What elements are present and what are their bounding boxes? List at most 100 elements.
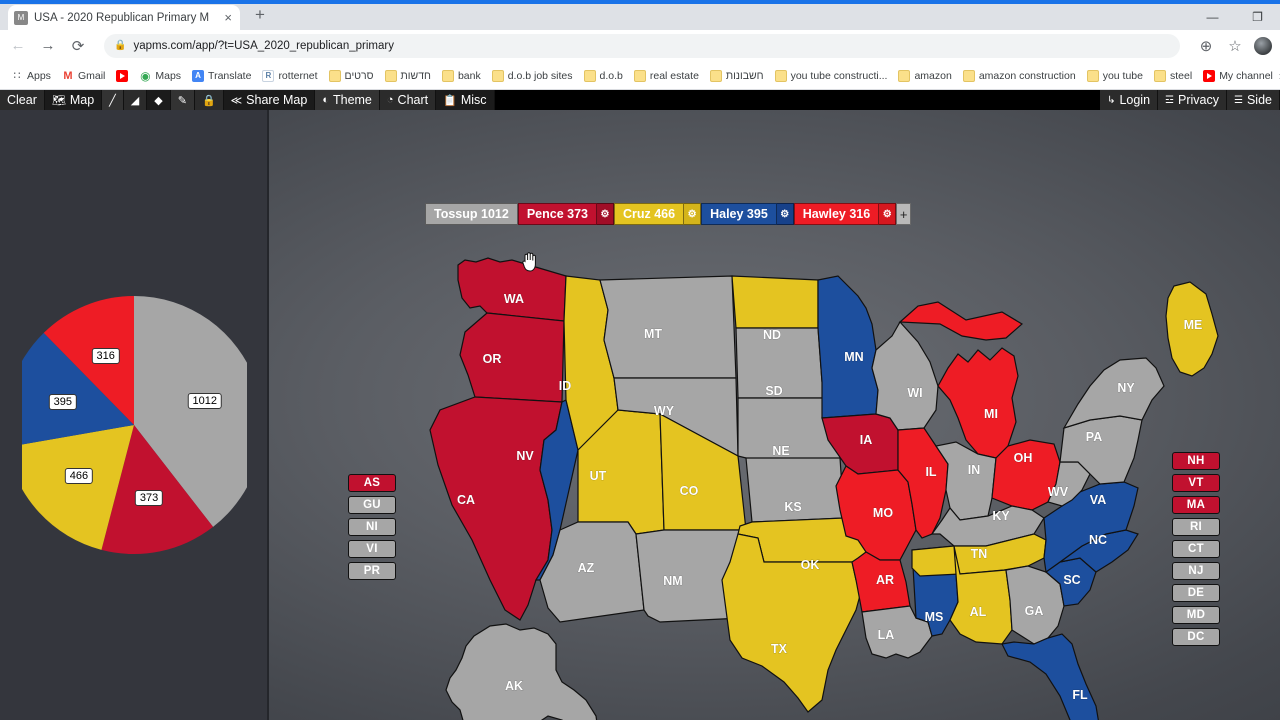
browser-tab[interactable]: M USA - 2020 Republican Primary M × [8,5,240,30]
state-box-nj[interactable]: NJ [1172,562,1220,580]
yapms-tool-edit[interactable]: ✎ [170,90,195,110]
bookmark-item[interactable]: A Translate [187,67,256,85]
bookmark-item[interactable]: חשבונות [705,67,769,85]
bookmark-item[interactable]: you tube constructi... [770,67,893,85]
bookmark-label: סרטים [344,69,374,82]
bookmark-item[interactable]: סרטים [324,67,379,85]
yapms-tool-lock[interactable]: 🔒 [194,90,224,110]
state-mt[interactable] [599,275,737,379]
yapms-tool-map[interactable]: 🗺 Map [44,90,103,110]
state-fl[interactable] [1001,633,1100,720]
yapms-tool-theme[interactable]: ◐ Theme [315,90,380,110]
folder-icon [962,69,975,82]
state-box-vi[interactable]: VI [348,540,396,558]
state-ak[interactable] [428,623,598,720]
bookmark-item[interactable] [111,67,133,85]
palette-icon: ◐ [322,94,329,106]
yapms-tool-paint-bucket[interactable]: ◢ [123,90,148,110]
bookmark-item[interactable]: d.o.b [579,67,628,85]
youtube-icon [1203,69,1216,82]
yapms-tool-share-map[interactable]: ≪ Share Map [223,90,316,110]
state-box-md[interactable]: MD [1172,606,1220,624]
state-box-pr[interactable]: PR [348,562,396,580]
yapms-tool-brush[interactable]: ╱ [102,90,124,110]
folder-icon [1154,69,1166,82]
bookmark-item[interactable]: real estate [629,67,704,85]
maximize-button[interactable]: ❐ [1235,4,1280,30]
state-me[interactable] [1165,281,1219,377]
state-sd[interactable] [735,327,829,399]
yapms-side-button[interactable]: ☰ Side [1227,90,1280,110]
bookmark-item[interactable]: d.o.b job sites [487,67,578,85]
bookmark-item[interactable]: amazon construction [958,67,1081,85]
yapms-tool-eraser[interactable]: ◆ [147,90,171,110]
state-or[interactable] [459,312,565,403]
bookmark-item[interactable]: ∷ Apps [6,67,56,85]
titlebar-accent [0,0,1280,4]
state-ks[interactable] [745,457,845,523]
bookmark-item[interactable]: amazon [893,67,956,85]
state-wi[interactable] [871,320,939,431]
yapms-tool-misc[interactable]: 📋 Misc [436,90,495,110]
folder-icon [491,69,504,82]
us-map: WAORCANVIDUTAZMTWYCONMNDSDNEKSOKTXMNIAMO… [428,257,1219,720]
minimize-button[interactable]: — [1190,4,1235,30]
rotter-icon: R [262,69,275,82]
state-box-ct[interactable]: CT [1172,540,1220,558]
map-state-shapes [428,257,1219,720]
tab-close-icon[interactable]: × [222,10,234,25]
state-ar[interactable] [851,551,911,613]
state-box-ma[interactable]: MA [1172,496,1220,514]
bookmark-item[interactable]: Rrotternet [257,67,322,85]
yapms-tool-label: Chart [397,93,429,107]
bookmark-item[interactable]: M Gmail [57,67,110,85]
bookmark-label: My channel [1219,69,1273,82]
eraser-icon: ◆ [154,94,163,107]
yapms-privacy-button[interactable]: ☲ Privacy [1158,90,1227,110]
login-icon: ↳ [1107,94,1116,106]
yapms-tool-chart[interactable]: ◔ Chart [379,90,437,110]
reload-icon[interactable]: ⟳ [68,36,88,56]
bookmark-item[interactable]: you tube [1082,67,1148,85]
state-mi-upper-peninsula[interactable] [898,301,1024,341]
forward-icon[interactable]: → [38,36,58,56]
folder-icon [709,69,722,82]
privacy-icon: ☲ [1165,94,1175,106]
bookmark-label: Translate [208,69,252,82]
state-box-de[interactable]: DE [1172,584,1220,602]
bookmark-item[interactable]: ◉ Maps [134,67,186,85]
browser-toolbar: ← → ⟳ 🔒 yapms.com/app/?t=USA_2020_republ… [0,30,1280,62]
folder-icon [898,69,911,82]
bookmark-label: real estate [649,69,699,82]
yapms-tool-clear[interactable]: Clear [0,90,45,110]
state-wa[interactable] [457,257,567,322]
folder-icon [583,69,596,82]
new-tab-button[interactable]: + [248,3,272,27]
state-box-ri[interactable]: RI [1172,518,1220,536]
state-box-as[interactable]: AS [348,474,396,492]
profile-avatar[interactable] [1254,36,1272,55]
extension-icon[interactable]: ⊕ [1196,36,1216,56]
bookmark-star-icon[interactable]: ☆ [1225,36,1245,56]
state-box-gu[interactable]: GU [348,496,396,514]
state-box-nh[interactable]: NH [1172,452,1220,470]
state-mn[interactable] [817,275,879,419]
state-box-vt[interactable]: VT [1172,474,1220,492]
address-bar[interactable]: 🔒 yapms.com/app/?t=USA_2020_republican_p… [104,33,1180,58]
yapms-login-button[interactable]: ↳ Login [1100,90,1159,110]
bookmark-item[interactable]: steel [1149,67,1197,85]
bookmark-item[interactable]: bank [437,67,486,85]
state-box-ni[interactable]: NI [348,518,396,536]
bookmark-label: Apps [27,69,51,82]
bookmark-item[interactable]: חדשות [380,67,436,85]
folder-icon [774,69,787,82]
folder-icon [328,69,341,82]
brush-icon: ╱ [109,94,116,107]
back-icon[interactable]: ← [8,36,28,56]
state-nd[interactable] [731,275,819,329]
toolbar-right-icons: ⊕ ☆ [1196,36,1272,56]
yapms-tool-label: Clear [7,93,37,107]
bookmark-item[interactable]: My channel [1198,67,1278,85]
state-mi[interactable] [937,347,1019,459]
state-box-dc[interactable]: DC [1172,628,1220,646]
